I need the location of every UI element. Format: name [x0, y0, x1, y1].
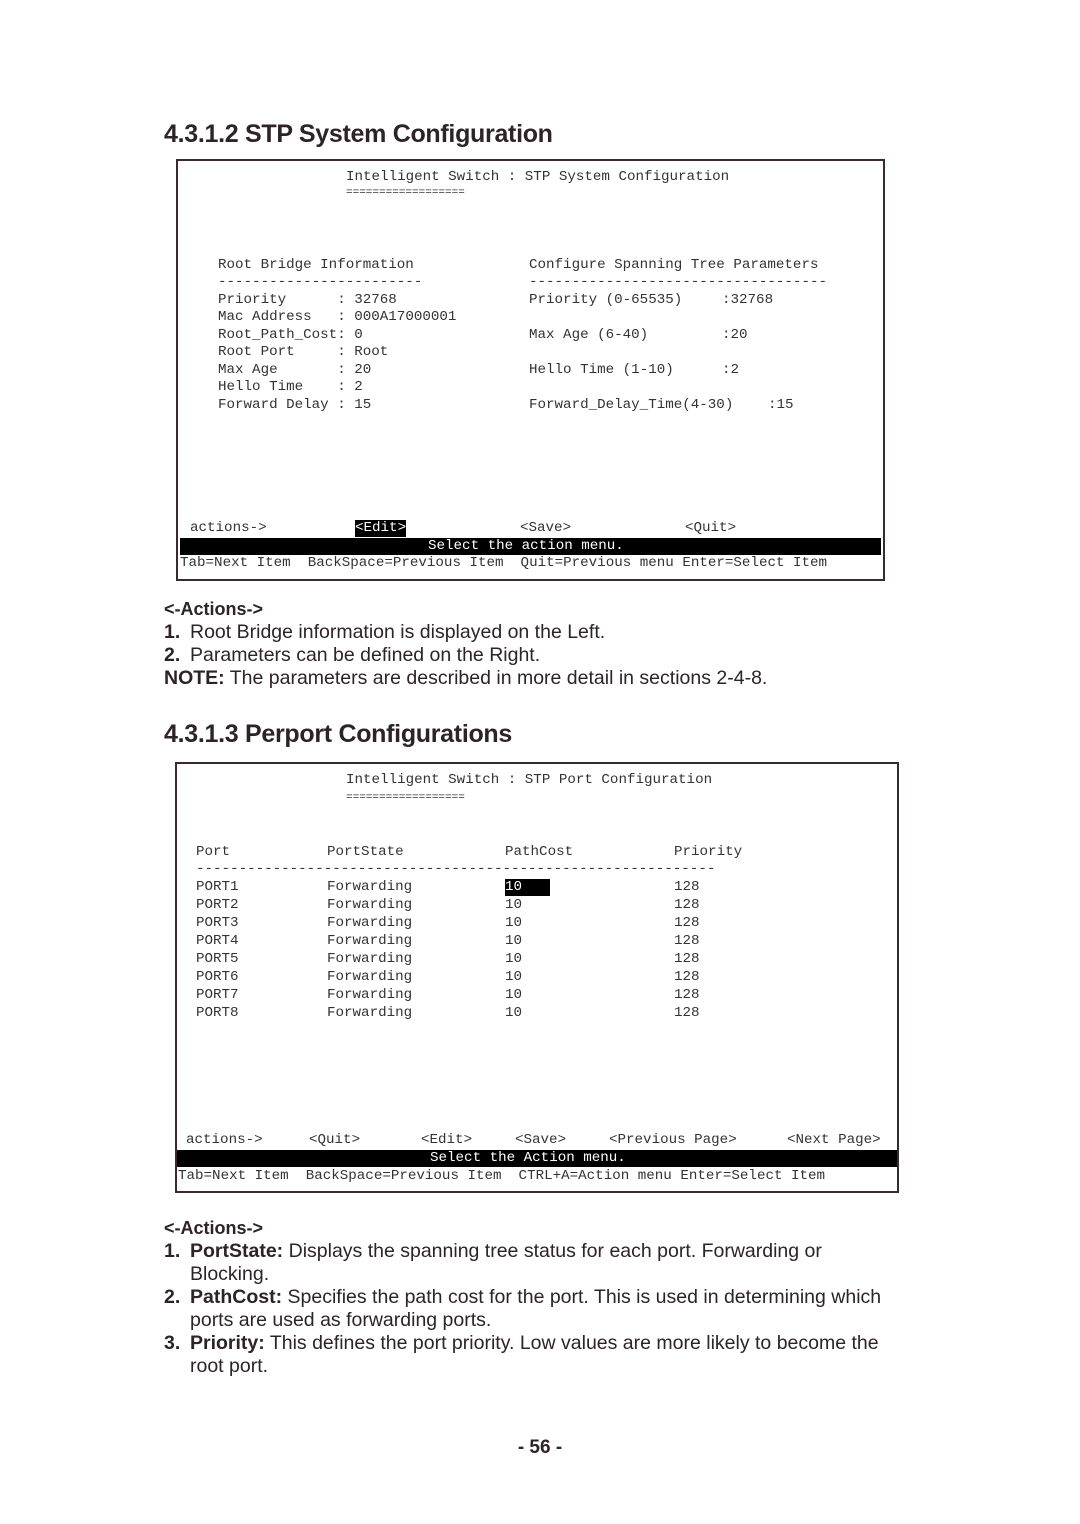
- edit-action[interactable]: <Edit>: [355, 520, 407, 537]
- list-item: 1. Root Bridge information is displayed o…: [164, 621, 606, 643]
- list-item: 2. Parameters can be defined on the Right…: [164, 644, 541, 666]
- param-priority-field[interactable]: :32768: [722, 292, 773, 309]
- save-action[interactable]: <Save>: [520, 520, 571, 537]
- root-info-row: Root Port : Root: [218, 344, 389, 360]
- col-port: Port: [196, 844, 231, 860]
- list-item-continuation: Blocking.: [190, 1263, 270, 1285]
- page-number: - 56 -: [517, 1437, 563, 1458]
- stp-port-terminal: Intelligent Switch : STP Port Configurat…: [175, 762, 899, 1193]
- path-cost-field[interactable]: 10: [505, 1005, 522, 1022]
- root-info-row: Max Age : 20: [218, 362, 372, 378]
- section-heading-stp-system: 4.3.1.2 STP System Configuration: [164, 120, 553, 148]
- root-info-row: Priority : 32768: [218, 292, 397, 308]
- save-action[interactable]: <Save>: [515, 1132, 566, 1149]
- port-name: PORT2: [196, 897, 239, 913]
- help-line: Tab=Next Item BackSpace=Previous Item CT…: [178, 1168, 826, 1184]
- next-page-action[interactable]: <Next Page>: [787, 1132, 881, 1149]
- list-item: 2. PathCost: Specifies the path cost for …: [164, 1286, 882, 1308]
- port-state: Forwarding: [327, 951, 413, 967]
- param-hello-time-field[interactable]: :2: [722, 362, 739, 379]
- port-state: Forwarding: [327, 1005, 413, 1021]
- port-state: Forwarding: [327, 933, 413, 949]
- quit-action[interactable]: <Quit>: [685, 520, 736, 537]
- port-name: PORT5: [196, 951, 239, 967]
- root-info-row: Root_Path_Cost: 0: [218, 327, 363, 343]
- port-name: PORT7: [196, 987, 239, 1003]
- param-max-age-field[interactable]: :20: [722, 327, 748, 344]
- path-cost-field[interactable]: 10: [505, 951, 522, 968]
- port-priority: 128: [674, 897, 700, 913]
- root-bridge-header: Root Bridge Information: [218, 257, 414, 273]
- list-item: 3. Priority: This defines the port priori…: [164, 1332, 879, 1354]
- port-state: Forwarding: [327, 969, 413, 985]
- port-priority: 128: [674, 933, 700, 949]
- port-priority: 128: [674, 879, 700, 895]
- port-priority: 128: [674, 969, 700, 985]
- note: NOTE: The parameters are described in mo…: [164, 667, 768, 689]
- param-max-age-label: Max Age (6-40): [529, 327, 649, 343]
- port-state: Forwarding: [327, 987, 413, 1003]
- title-underline: ==================: [346, 187, 465, 199]
- path-cost-field[interactable]: 10: [505, 879, 551, 896]
- status-message: Select the action menu.: [428, 538, 624, 554]
- port-name: PORT3: [196, 915, 239, 931]
- port-name: PORT8: [196, 1005, 239, 1021]
- edit-action[interactable]: <Edit>: [421, 1132, 472, 1149]
- param-forward-delay-label: Forward_Delay_Time(4-30): [529, 397, 734, 413]
- status-message: Select the Action menu.: [430, 1150, 626, 1166]
- param-forward-delay-field[interactable]: :15: [768, 397, 794, 414]
- path-cost-field[interactable]: 10: [505, 915, 522, 932]
- param-priority-label: Priority (0-65535): [529, 292, 683, 308]
- actions-title: <-Actions->: [164, 1218, 264, 1238]
- terminal-title: Intelligent Switch : STP System Configur…: [346, 169, 730, 185]
- configure-stp-header: Configure Spanning Tree Parameters: [529, 257, 819, 273]
- section-heading-perport: 4.3.1.3 Perport Configurations: [164, 720, 513, 748]
- actions-label: actions->: [186, 1132, 263, 1148]
- port-name: PORT4: [196, 933, 239, 949]
- path-cost-field[interactable]: 10: [505, 987, 522, 1004]
- port-state: Forwarding: [327, 897, 413, 913]
- list-item-continuation: ports are used as forwarding ports.: [190, 1309, 492, 1331]
- root-bridge-rule: ------------------------: [218, 274, 423, 290]
- root-info-row: Forward Delay : 15: [218, 397, 372, 413]
- status-bar: Select the action menu.: [180, 538, 881, 555]
- port-state: Forwarding: [327, 879, 413, 895]
- terminal-title: Intelligent Switch : STP Port Configurat…: [346, 772, 713, 788]
- port-state: Forwarding: [327, 915, 413, 931]
- port-name: PORT1: [196, 879, 239, 895]
- list-item: 1. PortState: Displays the spanning tree …: [164, 1240, 822, 1262]
- port-priority: 128: [674, 915, 700, 931]
- status-bar: Select the Action menu.: [177, 1150, 897, 1167]
- port-priority: 128: [674, 951, 700, 967]
- port-priority: 128: [674, 1005, 700, 1021]
- port-priority: 128: [674, 987, 700, 1003]
- actions-label: actions->: [190, 520, 267, 536]
- actions-title: <-Actions->: [164, 599, 264, 619]
- root-info-row: Hello Time : 2: [218, 379, 363, 395]
- col-pathcost: PathCost: [505, 844, 574, 860]
- root-info-row: Mac Address : 000A17000001: [218, 309, 457, 325]
- path-cost-field[interactable]: 10: [505, 897, 522, 914]
- table-rule: ----------------------------------------…: [196, 861, 716, 877]
- stp-system-terminal: Intelligent Switch : STP System Configur…: [176, 159, 885, 581]
- port-name: PORT6: [196, 969, 239, 985]
- col-portstate: PortState: [327, 844, 404, 860]
- help-line: Tab=Next Item BackSpace=Previous Item Qu…: [180, 555, 828, 571]
- col-priority: Priority: [674, 844, 743, 860]
- previous-page-action[interactable]: <Previous Page>: [609, 1132, 737, 1149]
- configure-stp-rule: -----------------------------------: [529, 274, 827, 290]
- quit-action[interactable]: <Quit>: [309, 1132, 360, 1149]
- path-cost-field[interactable]: 10: [505, 933, 522, 950]
- param-hello-time-label: Hello Time (1-10): [529, 362, 674, 378]
- list-item-continuation: root port.: [190, 1355, 269, 1377]
- path-cost-field[interactable]: 10: [505, 969, 522, 986]
- title-underline: ==================: [346, 792, 465, 804]
